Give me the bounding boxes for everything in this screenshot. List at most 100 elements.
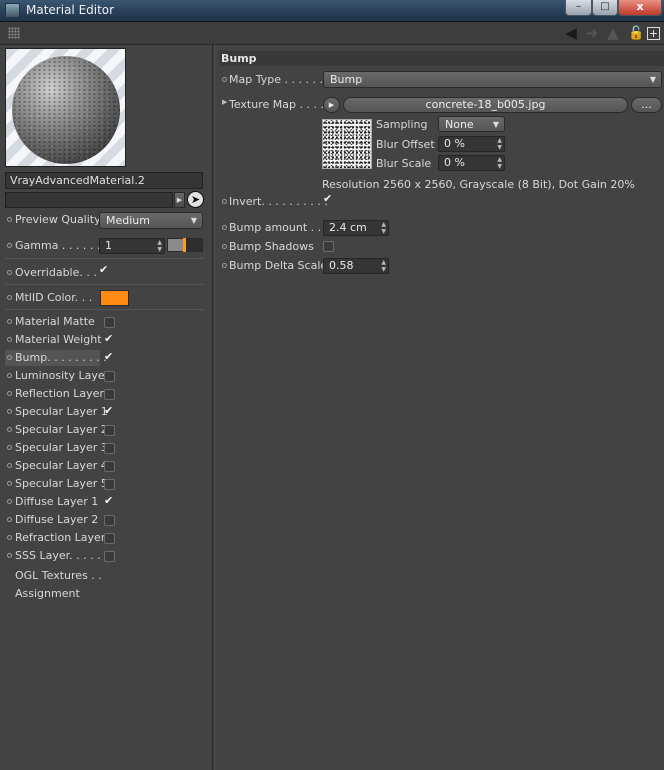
spinner-icon[interactable]: ▲ ▼ [157,239,162,253]
material-search-field[interactable] [5,192,173,208]
back-arrow-icon[interactable]: ◀ [562,24,580,43]
gamma-input[interactable]: 1 ▲ ▼ [99,238,165,254]
overridable-checkbox[interactable] [99,262,110,277]
animation-dot-icon[interactable] [7,409,12,414]
texture-file-button[interactable]: concrete-18_b005.jpg [343,97,628,113]
layer-checkbox[interactable] [104,331,115,346]
animation-dot-icon[interactable] [7,295,12,300]
texture-thumbnail[interactable] [322,119,372,169]
maximize-button[interactable]: □ [592,0,618,16]
animation-dot-icon[interactable] [7,270,12,275]
layer-label[interactable]: Luminosity Layer [15,369,109,382]
layer-label[interactable]: Bump. . . . . . . . . [15,351,107,364]
play-icon[interactable]: ▶ [174,192,185,208]
layer-checkbox[interactable] [104,551,115,562]
layer-checkbox[interactable] [104,443,115,454]
material-name-field[interactable]: VrayAdvancedMaterial.2 [5,172,203,189]
animation-dot-icon[interactable] [7,355,12,360]
preview-quality-select[interactable]: Medium ▼ [99,212,203,229]
bump-shadows-checkbox[interactable] [323,241,334,252]
texture-play-icon[interactable]: ▶ [323,97,340,113]
assignment-tab[interactable]: Assignment [15,587,80,600]
minimize-button[interactable]: – [565,0,592,16]
layer-label[interactable]: Refraction Layer [15,531,105,544]
animation-dot-icon[interactable] [7,481,12,486]
layer-checkbox[interactable] [104,515,115,526]
layer-checkbox[interactable] [104,371,115,382]
layer-checkbox[interactable] [104,533,115,544]
animation-dot-icon[interactable] [222,77,227,82]
lock-icon[interactable]: 🔓 [628,24,644,43]
layer-checkbox[interactable] [104,461,115,472]
animation-dot-icon[interactable] [222,225,227,230]
ogl-textures-tab[interactable]: OGL Textures . . [15,569,102,582]
animation-dot-icon[interactable] [222,263,227,268]
expand-arrow-icon[interactable]: ▶ [222,98,227,106]
layer-label[interactable]: Diffuse Layer 2 [15,513,98,526]
layer-checkbox[interactable] [104,389,115,400]
left-panel: VrayAdvancedMaterial.2 ▶ ➤ Preview Quali… [0,45,212,770]
invert-checkbox[interactable] [323,191,334,206]
layer-checkbox[interactable] [104,317,115,328]
animation-dot-icon[interactable] [7,427,12,432]
mtlid-color-swatch[interactable] [100,290,129,306]
material-preview[interactable] [5,48,126,167]
grip-icon[interactable] [8,27,20,39]
layer-label[interactable]: Material Matte [15,315,95,328]
spinner-icon[interactable]: ▲ ▼ [497,137,502,151]
forward-arrow-icon[interactable]: ➜ [583,24,601,43]
layer-label[interactable]: Specular Layer 4 [15,459,108,472]
map-type-label: Map Type . . . . . . [229,73,323,86]
animation-dot-icon[interactable] [7,535,12,540]
animation-dot-icon[interactable] [7,217,12,222]
bump-amount-input[interactable]: 2.4 cm ▲ ▼ [323,220,389,236]
layer-label[interactable]: Material Weight [15,333,102,346]
section-header: Bump [219,51,664,66]
layer-checkbox[interactable] [104,349,115,364]
divider [5,284,204,285]
bump-shadows-label: Bump Shadows [229,240,314,253]
animation-dot-icon[interactable] [7,499,12,504]
layer-label[interactable]: Specular Layer 1 [15,405,108,418]
animation-dot-icon[interactable] [222,199,227,204]
layer-label[interactable]: Reflection Layer [15,387,104,400]
animation-dot-icon[interactable] [7,337,12,342]
new-window-icon[interactable]: + [647,27,660,40]
layer-checkbox[interactable] [104,403,115,418]
map-type-select[interactable]: Bump ▼ [323,71,662,88]
gamma-value: 1 [105,239,112,252]
layer-checkbox[interactable] [104,425,115,436]
animation-dot-icon[interactable] [222,244,227,249]
animation-dot-icon[interactable] [7,243,12,248]
sampling-select[interactable]: None ▼ [438,116,505,132]
layer-label[interactable]: Diffuse Layer 1 [15,495,98,508]
spinner-icon[interactable]: ▲ ▼ [381,259,386,273]
bump-amount-label: Bump amount . . [229,221,322,234]
app-icon [5,3,20,18]
layer-label[interactable]: Specular Layer 2 [15,423,108,436]
animation-dot-icon[interactable] [7,373,12,378]
texture-more-button[interactable]: ... [631,97,662,113]
blur-offset-input[interactable]: 0 % ▲ ▼ [438,136,505,152]
spinner-icon[interactable]: ▲ ▼ [497,156,502,170]
layer-checkbox[interactable] [104,479,115,490]
animation-dot-icon[interactable] [7,553,12,558]
up-arrow-icon[interactable]: ▲ [604,24,622,43]
bump-delta-scale-input[interactable]: 0.58 ▲ ▼ [323,258,389,274]
animation-dot-icon[interactable] [7,463,12,468]
animation-dot-icon[interactable] [7,445,12,450]
pick-cursor-icon[interactable]: ➤ [187,191,204,208]
spinner-icon[interactable]: ▲ ▼ [381,221,386,235]
animation-dot-icon[interactable] [7,319,12,324]
gamma-swatch[interactable] [167,238,184,252]
gamma-slider-track[interactable] [186,238,203,252]
blur-scale-input[interactable]: 0 % ▲ ▼ [438,155,505,171]
animation-dot-icon[interactable] [7,517,12,522]
bump-delta-scale-value: 0.58 [329,259,354,272]
animation-dot-icon[interactable] [7,391,12,396]
layer-checkbox[interactable] [104,493,115,508]
layer-label[interactable]: SSS Layer. . . . . . [15,549,108,562]
layer-label[interactable]: Specular Layer 5 [15,477,108,490]
layer-label[interactable]: Specular Layer 3 [15,441,108,454]
close-button[interactable]: x [618,0,662,16]
